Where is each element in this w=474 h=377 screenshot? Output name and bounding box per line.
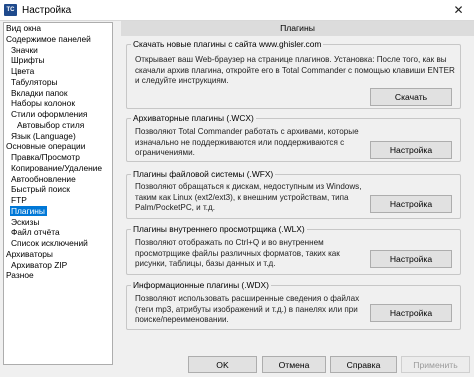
tree-item[interactable]: Файл отчёта	[10, 227, 62, 237]
wfx-configure-button[interactable]: Настройка	[370, 195, 452, 213]
tree-item[interactable]: Список исключений	[10, 238, 90, 248]
wdx-configure-button[interactable]: Настройка	[370, 304, 452, 322]
tree-item[interactable]: Эскизы	[10, 217, 41, 227]
wfx-plugins-title: Плагины файловой системы (.WFX)	[131, 169, 276, 180]
tree-item[interactable]: Быстрый поиск	[10, 184, 72, 194]
tree-item[interactable]: Шрифты	[10, 55, 47, 65]
tree-item[interactable]: Разное	[5, 270, 36, 280]
tree-item[interactable]: Вкладки папок	[10, 88, 70, 98]
wcx-configure-button[interactable]: Настройка	[370, 141, 452, 159]
tree-item[interactable]: Содержимое панелей	[5, 34, 93, 44]
wcx-plugins-description: Позволяют Total Commander работать с арх…	[135, 127, 359, 157]
tree-item[interactable]: Основные операции	[5, 141, 87, 151]
page-title: Плагины	[121, 21, 474, 36]
tree-item[interactable]: Копирование/Удаление	[10, 163, 104, 173]
tree-item[interactable]: Архиваторы	[5, 249, 55, 259]
tree-item[interactable]: Вид окна	[5, 23, 43, 33]
wlx-plugins-description: Позволяют отображать по Ctrl+Q и во внут…	[135, 238, 340, 268]
cancel-button[interactable]: Отмена	[262, 356, 326, 373]
wdx-plugins-title: Информационные плагины (.WDX)	[131, 280, 271, 291]
title-bar: TC Настройка ✕	[0, 0, 474, 21]
download-plugins-link[interactable]: Скачать новые плагины с сайта www.ghisle…	[131, 39, 324, 50]
window-title: Настройка	[22, 5, 72, 16]
tree-item[interactable]: Правка/Просмотр	[10, 152, 82, 162]
app-icon: TC	[4, 4, 17, 16]
wdx-plugins-description: Позволяют использовать расширенные сведе…	[135, 294, 360, 324]
wcx-plugins-group: Архиваторные плагины (.WCX) Позволяют To…	[126, 113, 461, 162]
wfx-plugins-group: Плагины файловой системы (.WFX) Позволяю…	[126, 169, 461, 219]
tree-item[interactable]: Плагины	[10, 205, 47, 216]
tree-item[interactable]: Стили оформления	[10, 109, 89, 119]
tree-item[interactable]: Цвета	[10, 66, 36, 76]
wlx-plugins-title: Плагины внутреннего просмотрщика (.WLX)	[131, 224, 307, 235]
wlx-configure-button[interactable]: Настройка	[370, 250, 452, 268]
tree-item[interactable]: Архиватор ZIP	[10, 260, 69, 270]
help-button[interactable]: Справка	[330, 356, 397, 373]
apply-button[interactable]: Применить	[401, 356, 470, 373]
ok-button[interactable]: OK	[188, 356, 257, 373]
tree-item[interactable]: Язык (Language)	[10, 131, 78, 141]
tree-item[interactable]: Табуляторы	[10, 77, 60, 87]
tree-item[interactable]: Наборы колонок	[10, 98, 77, 108]
wfx-plugins-description: Позволяют обращаться к дискам, недоступн…	[135, 182, 362, 212]
close-button[interactable]: ✕	[443, 0, 474, 21]
settings-tree[interactable]: Вид окна Содержимое панелей Значки Шрифты Цв…	[3, 22, 113, 365]
wdx-plugins-group: Информационные плагины (.WDX) Позволяют …	[126, 280, 461, 330]
tree-item[interactable]: Автовыбор стиля	[16, 120, 86, 130]
download-plugins-description: Открывает ваш Web-браузер на странице пл…	[135, 55, 455, 85]
wlx-plugins-group: Плагины внутреннего просмотрщика (.WLX) …	[126, 224, 461, 275]
wcx-plugins-title: Архиваторные плагины (.WCX)	[131, 113, 256, 124]
tree-item[interactable]: FTP	[10, 195, 29, 205]
tree-item[interactable]: Автообновление	[10, 174, 78, 184]
download-plugins-group: Скачать новые плагины с сайта www.ghisle…	[126, 39, 461, 109]
tree-item[interactable]: Значки	[10, 45, 40, 55]
download-button[interactable]: Скачать	[370, 88, 452, 106]
